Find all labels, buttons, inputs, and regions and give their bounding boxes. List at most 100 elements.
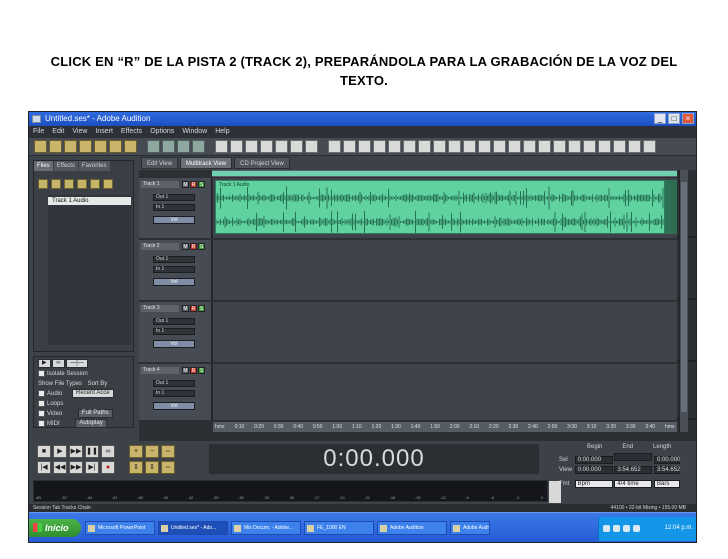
mute-button[interactable]: M: [182, 367, 189, 374]
record-button[interactable]: ●: [101, 461, 115, 474]
export-icon[interactable]: [109, 140, 122, 153]
menu-insert[interactable]: Insert: [95, 126, 113, 138]
mute-button[interactable]: M: [182, 181, 189, 188]
play-to-end-button[interactable]: ▶▶: [69, 445, 83, 458]
metronome-icon[interactable]: [245, 140, 258, 153]
open-icon[interactable]: [49, 140, 62, 153]
snap-icon[interactable]: [275, 140, 288, 153]
solo-button[interactable]: S: [198, 181, 205, 188]
tool-s-icon[interactable]: [598, 140, 611, 153]
type-video-checkbox[interactable]: [38, 410, 45, 417]
play-button[interactable]: ▶: [53, 445, 67, 458]
stop-button[interactable]: ■: [37, 445, 51, 458]
input-field[interactable]: In 1: [153, 266, 195, 273]
view-begin-field[interactable]: 0:00.000: [574, 466, 613, 474]
solo-button[interactable]: S: [198, 367, 205, 374]
taskbar-item[interactable]: Adobe Audition: [377, 521, 447, 535]
timeline-ruler[interactable]: hms 0:10 0:20 0:30 0:40 0:50 1:00 1:10 1:20 1:30 1…: [213, 422, 677, 432]
audio-clip[interactable]: Track 1 Audio: [215, 180, 665, 234]
rewind-button[interactable]: ◀◀: [53, 461, 67, 474]
time-selection-icon[interactable]: [177, 140, 190, 153]
save-icon[interactable]: [64, 140, 77, 153]
tool-n-icon[interactable]: [523, 140, 536, 153]
go-to-end-button[interactable]: ▶|: [85, 461, 99, 474]
type-midi-checkbox[interactable]: [38, 420, 45, 427]
menu-help[interactable]: Help: [215, 126, 229, 138]
zoom-in-horizontal-icon[interactable]: +: [129, 445, 143, 458]
new-session-icon[interactable]: [34, 140, 47, 153]
track-name[interactable]: Track 3: [141, 305, 179, 312]
sel-begin-field[interactable]: 0:00.000: [574, 456, 613, 464]
pause-button[interactable]: ❚❚: [85, 445, 99, 458]
menu-effects[interactable]: Effects: [121, 126, 142, 138]
zoom-in-vertical-icon[interactable]: ⇕: [129, 461, 143, 474]
tool-i-icon[interactable]: [448, 140, 461, 153]
track-lane[interactable]: [213, 240, 677, 300]
envelope-icon[interactable]: [290, 140, 303, 153]
full-paths-button[interactable]: Full Paths: [77, 409, 113, 418]
mute-button[interactable]: M: [182, 243, 189, 250]
sel-length-field[interactable]: 0:00.000: [654, 456, 680, 464]
tab-cd-project-view[interactable]: CD Project View: [234, 157, 290, 169]
input-field[interactable]: In 1: [153, 328, 195, 335]
tab-files[interactable]: Files: [34, 161, 53, 171]
record-arm-button[interactable]: R: [190, 243, 197, 250]
type-loops-checkbox[interactable]: [38, 399, 45, 407]
track-lane[interactable]: Track 1 Audio: [213, 178, 677, 238]
time-signature-dropdown[interactable]: 4/4 time: [614, 480, 653, 488]
sort-dropdown[interactable]: Recent Acce: [72, 389, 114, 398]
tool-t-icon[interactable]: [613, 140, 626, 153]
tool-v-icon[interactable]: [643, 140, 656, 153]
tool-d-icon[interactable]: [373, 140, 386, 153]
tool-e-icon[interactable]: [388, 140, 401, 153]
track-lane[interactable]: [213, 364, 677, 420]
scrub-tool-icon[interactable]: [192, 140, 205, 153]
tool-o-icon[interactable]: [538, 140, 551, 153]
go-to-start-button[interactable]: |◀: [37, 461, 51, 474]
solo-button[interactable]: S: [198, 243, 205, 250]
hybrid-tool-icon[interactable]: [147, 140, 160, 153]
volume-field[interactable]: Vol: [153, 216, 195, 224]
zoom-selection-icon[interactable]: ⇔: [161, 461, 175, 474]
zoom-full-icon[interactable]: ⇔: [161, 445, 175, 458]
tool-a-icon[interactable]: [328, 140, 341, 153]
loop-icon[interactable]: [260, 140, 273, 153]
volume-field[interactable]: Vol: [153, 340, 195, 348]
vertical-scrollbar[interactable]: [679, 170, 688, 432]
edit-file-icon[interactable]: [64, 179, 74, 189]
menu-options[interactable]: Options: [150, 126, 174, 138]
output-field[interactable]: Out 1: [153, 194, 195, 201]
tool-r-icon[interactable]: [583, 140, 596, 153]
track-lane[interactable]: [213, 302, 677, 362]
view-length-field[interactable]: 3:54.652: [654, 466, 680, 474]
start-button[interactable]: Inicio: [29, 519, 81, 537]
tab-favorites[interactable]: Favorites: [78, 161, 110, 171]
taskbar-item[interactable]: FE_1000 EN: [304, 521, 374, 535]
view-end-field[interactable]: 3:54.652: [614, 466, 653, 474]
loop-play-button[interactable]: ∞: [101, 445, 115, 458]
menu-file[interactable]: File: [33, 126, 44, 138]
input-field[interactable]: In 1: [153, 204, 195, 211]
import-file-icon[interactable]: [38, 179, 48, 189]
type-audio-checkbox[interactable]: [38, 390, 45, 397]
volume-field[interactable]: Vol: [153, 278, 195, 286]
import-icon[interactable]: [94, 140, 107, 153]
insert-file-icon[interactable]: [77, 179, 87, 189]
play-button[interactable]: ▶: [38, 359, 51, 368]
tab-edit-view[interactable]: Edit View: [141, 157, 178, 169]
effects-rack-icon[interactable]: [230, 140, 243, 153]
solo-button[interactable]: S: [198, 305, 205, 312]
menu-edit[interactable]: Edit: [52, 126, 64, 138]
time-selection-bar[interactable]: [212, 170, 677, 178]
isolate-checkbox[interactable]: [38, 369, 45, 377]
taskbar-item[interactable]: Microsoft PowerPoint: [85, 521, 155, 535]
output-field[interactable]: Out 1: [153, 380, 195, 387]
input-field[interactable]: In 1: [153, 390, 195, 397]
bars-dropdown[interactable]: Bars: [654, 480, 681, 488]
tool-u-icon[interactable]: [628, 140, 641, 153]
volume-field[interactable]: Vol: [153, 402, 195, 410]
record-arm-button[interactable]: R: [190, 367, 197, 374]
sel-end-field[interactable]: [614, 453, 653, 461]
output-field[interactable]: Out 1: [153, 318, 195, 325]
minimize-button[interactable]: _: [654, 113, 666, 124]
